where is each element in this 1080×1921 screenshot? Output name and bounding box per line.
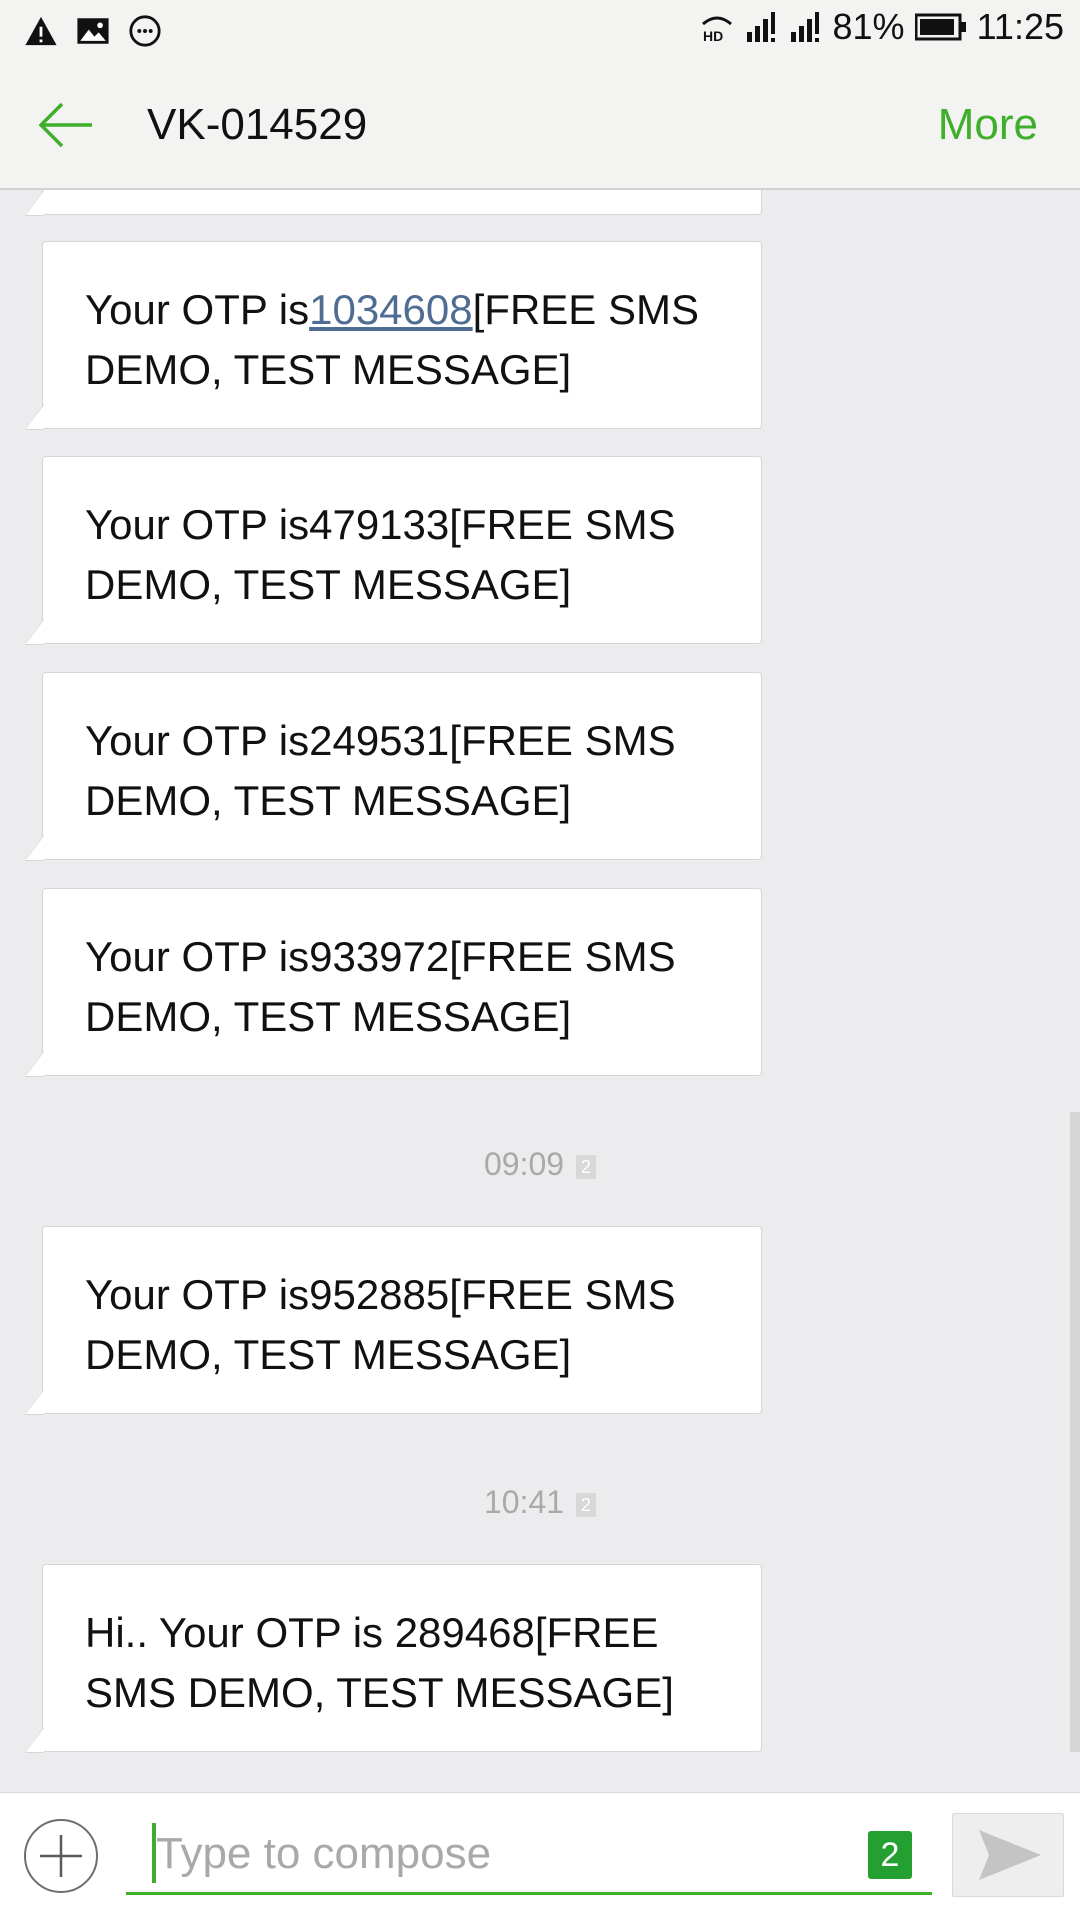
message-timestamp: 09:09 2 [0,1146,1080,1183]
send-icon [979,1830,1041,1880]
svg-text:HD: HD [703,28,723,44]
sim-card-icon: 2 [576,1492,597,1517]
text-cursor [152,1823,156,1883]
hd-call-icon: HD [701,16,732,44]
back-arrow-icon[interactable] [36,94,98,156]
otp-number-link[interactable]: 1034608 [309,286,473,333]
add-attachment-button[interactable] [24,1819,98,1893]
status-bar: HD 81% 11:25 [0,0,1080,64]
signal-icon [746,12,775,42]
plus-icon [40,1835,82,1877]
app-bar: VK-014529 More [0,64,1080,190]
sim-card-icon: 2 [576,1154,597,1179]
compose-bar: 2 [0,1792,1080,1921]
message-text: Your OTP is479133[FREE SMS DEMO, TEST ME… [85,501,676,608]
signal-icon [790,12,819,42]
battery-icon [914,13,966,41]
chat-icon [129,15,161,47]
battery-percent: 81% [832,6,905,47]
compose-input[interactable] [126,1815,932,1895]
timestamp-text: 10:41 [483,1484,565,1520]
message-text: Your OTP is933972[FREE SMS DEMO, TEST ME… [85,933,676,1040]
image-icon [77,18,109,44]
conversation-title: VK-014529 [147,100,368,149]
message-bubble[interactable]: Your OTP is1034608[FREE SMS DEMO, TEST M… [25,241,762,430]
scrollbar[interactable] [1070,1112,1080,1752]
timestamp-text: 09:09 [483,1146,565,1182]
message-text: Your OTP is [85,286,310,333]
send-button[interactable] [952,1813,1064,1897]
message-bubble[interactable]: Your OTP is933972[FREE SMS DEMO, TEST ME… [25,888,762,1077]
more-button[interactable]: More [938,100,1038,150]
message-bubble[interactable]: Your OTP is249531[FREE SMS DEMO, TEST ME… [25,672,762,861]
message-bubble[interactable]: Your OTP is952885[FREE SMS DEMO, TEST ME… [25,1226,762,1415]
message-bubble[interactable]: Hi.. Your OTP is 289468[FREE SMS DEMO, T… [25,1564,762,1753]
message-timestamp: 10:41 2 [0,1484,1080,1521]
warning-icon [25,16,57,46]
message-text: Your OTP is249531[FREE SMS DEMO, TEST ME… [85,717,676,824]
message-text: Hi.. Your OTP is 289468[FREE SMS DEMO, T… [85,1609,674,1716]
message-bubble-partial[interactable] [25,190,762,216]
sim-select-button[interactable]: 2 [868,1831,912,1879]
message-list[interactable]: Your OTP is1034608[FREE SMS DEMO, TEST M… [0,190,1080,1790]
clock: 11:25 [976,6,1064,47]
message-bubble[interactable]: Your OTP is479133[FREE SMS DEMO, TEST ME… [25,456,762,645]
message-text: Your OTP is952885[FREE SMS DEMO, TEST ME… [85,1271,676,1378]
